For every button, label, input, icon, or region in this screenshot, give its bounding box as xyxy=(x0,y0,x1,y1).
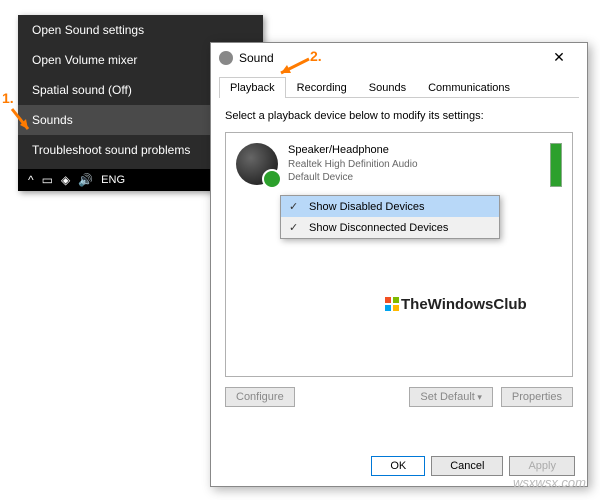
ctx-open-sound-settings[interactable]: Open Sound settings xyxy=(18,15,263,45)
language-indicator[interactable]: ENG xyxy=(101,174,125,186)
volume-icon[interactable]: 🔊 xyxy=(78,173,93,187)
device-status: Default Device xyxy=(288,171,540,185)
tab-communications[interactable]: Communications xyxy=(417,77,521,98)
instruction-text: Select a playback device below to modify… xyxy=(225,110,573,122)
sound-dialog: Sound ✕ Playback Recording Sounds Commun… xyxy=(210,42,588,487)
tab-playback[interactable]: Playback xyxy=(219,77,286,98)
windows-logo-icon xyxy=(385,297,399,311)
properties-button[interactable]: Properties xyxy=(501,387,573,407)
titlebar: Sound ✕ xyxy=(211,43,587,72)
device-list[interactable]: Speaker/Headphone Realtek High Definitio… xyxy=(225,132,573,377)
popup-item-label: Show Disabled Devices xyxy=(309,201,425,213)
configure-button[interactable]: Configure xyxy=(225,387,295,407)
set-default-button[interactable]: Set Default xyxy=(409,387,492,407)
tab-strip: Playback Recording Sounds Communications xyxy=(219,76,579,98)
tab-recording[interactable]: Recording xyxy=(286,77,358,98)
sound-icon xyxy=(219,51,233,65)
wifi-icon: ◈ xyxy=(61,173,70,187)
apply-button[interactable]: Apply xyxy=(509,456,575,476)
arrow-icon xyxy=(8,105,36,135)
cancel-button[interactable]: Cancel xyxy=(431,456,503,476)
volume-meter xyxy=(550,143,562,187)
speaker-icon xyxy=(236,143,278,185)
check-icon: ✓ xyxy=(289,200,301,213)
annotation-step-1: 1. xyxy=(2,90,14,106)
check-icon: ✓ xyxy=(289,221,301,234)
watermark-wsxwsx: wsxwsx.com xyxy=(513,475,586,490)
tab-sounds[interactable]: Sounds xyxy=(358,77,417,98)
power-icon: ^ xyxy=(28,173,34,187)
popup-show-disconnected[interactable]: ✓ Show Disconnected Devices xyxy=(281,217,499,238)
device-name: Speaker/Headphone xyxy=(288,143,540,158)
popup-item-label: Show Disconnected Devices xyxy=(309,222,448,234)
close-button[interactable]: ✕ xyxy=(539,49,579,66)
device-driver: Realtek High Definition Audio xyxy=(288,158,540,172)
arrow-icon xyxy=(273,55,313,79)
ok-button[interactable]: OK xyxy=(371,456,425,476)
device-item[interactable]: Speaker/Headphone Realtek High Definitio… xyxy=(232,139,566,191)
battery-icon: ▭ xyxy=(42,173,53,187)
popup-show-disabled[interactable]: ✓ Show Disabled Devices xyxy=(281,196,499,217)
watermark-thewindowsclub: TheWindowsClub xyxy=(385,295,527,313)
device-context-popup: ✓ Show Disabled Devices ✓ Show Disconnec… xyxy=(280,195,500,239)
